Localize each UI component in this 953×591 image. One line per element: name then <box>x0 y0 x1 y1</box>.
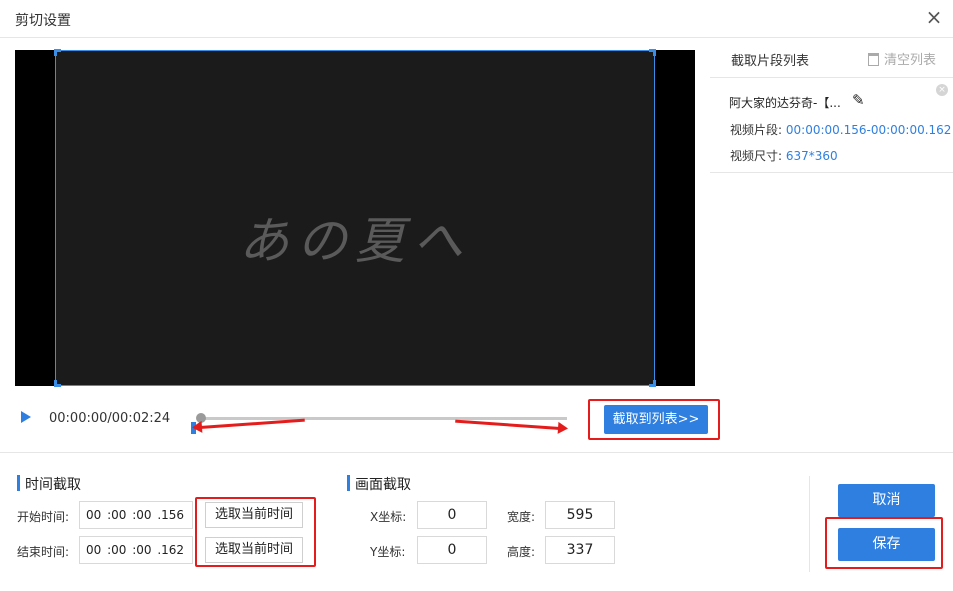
clip-segment-label: 视频片段: <box>730 123 783 137</box>
video-frame-caption: あの夏へ <box>239 212 471 270</box>
start-time-input[interactable]: 00 :00 :00 .156 <box>79 501 193 529</box>
clear-list-label: 清空列表 <box>884 53 937 68</box>
y-coord-label: Y坐标: <box>370 545 406 559</box>
clip-size: 视频尺寸: 637*360 <box>730 147 838 164</box>
frame-section-title: 画面截取 <box>347 474 411 494</box>
clip-size-label: 视频尺寸: <box>730 149 783 163</box>
time-section-title: 时间截取 <box>17 474 81 494</box>
clip-list-item[interactable]: 阿大家的达芬奇-【... ✎ × 视频片段: 00:00:00.156-00:0… <box>710 79 953 173</box>
height-input[interactable]: 337 <box>545 536 615 564</box>
clip-segment: 视频片段: 00:00:00.156-00:00:00.162 <box>730 121 951 138</box>
x-coord-label: X坐标: <box>370 510 407 524</box>
trash-icon <box>868 53 879 66</box>
play-icon[interactable] <box>21 411 31 423</box>
capture-to-list-button[interactable]: 截取到列表>> <box>604 405 708 434</box>
dialog-titlebar: 剪切设置 × <box>0 0 953 38</box>
pick-end-time-button[interactable]: 选取当前时间 <box>205 537 303 563</box>
clip-list-header: 截取片段列表 清空列表 <box>710 38 953 78</box>
height-label: 高度: <box>507 545 536 559</box>
remove-circle-icon[interactable]: × <box>936 84 948 96</box>
clip-size-value: 637*360 <box>785 149 838 163</box>
pencil-icon[interactable]: ✎ <box>852 91 865 109</box>
dialog-title: 剪切设置 <box>15 13 71 29</box>
crop-handle-top-right[interactable] <box>649 49 656 56</box>
crop-handle-top-left[interactable] <box>54 49 61 56</box>
crop-handle-bottom-right[interactable] <box>649 380 656 387</box>
start-time-label: 开始时间: <box>17 510 70 524</box>
y-coord-input[interactable]: 0 <box>417 536 487 564</box>
crop-frame[interactable]: あの夏へ <box>54 49 656 387</box>
clip-list-panel: 截取片段列表 清空列表 阿大家的达芬奇-【... ✎ × 视频片段: 00:00… <box>710 38 953 173</box>
crop-handle-bottom-left[interactable] <box>54 380 61 387</box>
divider <box>0 452 953 453</box>
width-label: 宽度: <box>507 510 536 524</box>
clip-name: 阿大家的达芬奇-【... <box>729 96 841 110</box>
timecode: 00:00:00/00:02:24 <box>49 411 171 426</box>
divider-vertical <box>809 476 810 572</box>
end-time-label: 结束时间: <box>17 545 70 559</box>
video-preview[interactable]: あの夏へ <box>15 49 695 387</box>
width-input[interactable]: 595 <box>545 501 615 529</box>
close-icon[interactable]: × <box>921 4 947 30</box>
save-button[interactable]: 保存 <box>838 528 935 561</box>
x-coord-input[interactable]: 0 <box>417 501 487 529</box>
timeline-track[interactable] <box>201 417 567 420</box>
end-time-input[interactable]: 00 :00 :00 .162 <box>79 536 193 564</box>
cancel-button[interactable]: 取消 <box>838 484 935 517</box>
clip-list-title: 截取片段列表 <box>731 54 810 69</box>
pick-start-time-button[interactable]: 选取当前时间 <box>205 502 303 528</box>
clear-list-button[interactable]: 清空列表 <box>868 49 936 68</box>
clip-segment-value: 00:00:00.156-00:00:00.162 <box>785 123 952 137</box>
